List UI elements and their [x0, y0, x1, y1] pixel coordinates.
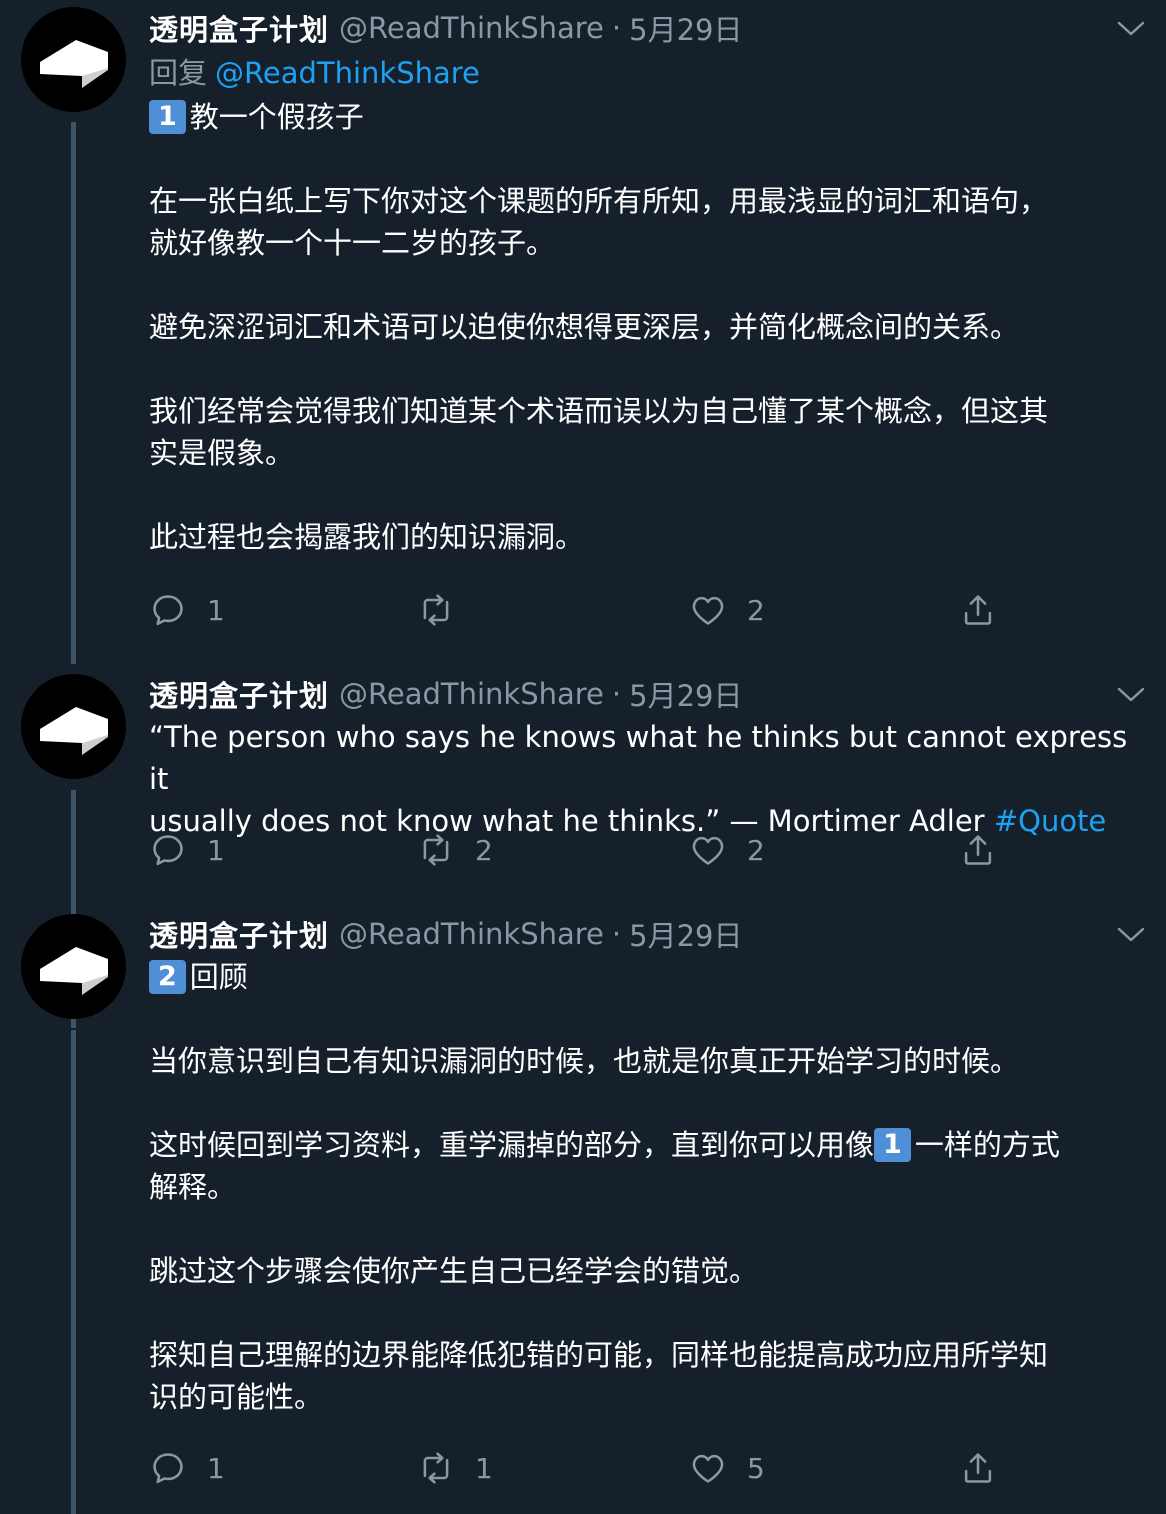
separator: · — [611, 677, 622, 711]
tweet-paragraph: 探知自己理解的边界能降低犯错的可能，同样也能提高成功应用所学知 识的可能性。 — [149, 1338, 1049, 1414]
like-button[interactable]: 5 — [689, 1446, 765, 1490]
share-button[interactable] — [959, 1446, 1017, 1490]
avatar[interactable] — [21, 7, 126, 112]
reply-context: 回复 @ReadThinkShare — [149, 50, 1154, 96]
tweet-actions: 1 2 — [149, 588, 1009, 632]
reply-count: 1 — [207, 593, 225, 627]
chevron-down-icon[interactable] — [1116, 20, 1146, 38]
tweet-header: 透明盒子计划 @ReadThinkShare · 5月29日 — [149, 6, 1154, 50]
like-button[interactable]: 2 — [689, 588, 765, 632]
tweet-paragraph: 在一张白纸上写下你对这个课题的所有所知，用最浅显的词汇和语句， 就好像教一个十一… — [149, 184, 1049, 260]
tweet-paragraph: 避免深涩词汇和术语可以迫使你想得更深层，并简化概念间的关系。 — [149, 310, 1020, 344]
keycap-2-emoji: 2 — [149, 960, 186, 994]
share-button[interactable] — [959, 828, 1017, 872]
reply-count: 1 — [207, 1451, 225, 1485]
comment-icon — [149, 831, 187, 869]
retweet-button[interactable] — [417, 588, 475, 632]
tweet-date[interactable]: 5月29日 — [629, 7, 742, 49]
tweet-paragraph: 此过程也会揭露我们的知识漏洞。 — [149, 520, 585, 554]
comment-icon — [149, 591, 187, 629]
logo-icon — [32, 18, 116, 102]
logo-icon — [32, 925, 116, 1009]
like-count: 2 — [747, 833, 765, 867]
heading-text: 回顾 — [189, 960, 248, 994]
tweet-paragraph: 当你意识到自己有知识漏洞的时候，也就是你真正开始学习的时候。 — [149, 1044, 1020, 1078]
separator: · — [611, 917, 622, 951]
comment-icon — [149, 1449, 187, 1487]
retweet-icon — [417, 831, 455, 869]
heart-icon — [689, 1449, 727, 1487]
reply-button[interactable]: 1 — [149, 828, 225, 872]
tweet-heading: 1 教一个假孩子 — [149, 96, 1154, 138]
tweet-date[interactable]: 5月29日 — [629, 913, 742, 955]
heart-icon — [689, 591, 727, 629]
share-button[interactable] — [959, 588, 1017, 632]
like-count: 5 — [747, 1451, 765, 1485]
retweet-button[interactable]: 2 — [417, 828, 493, 872]
retweet-count: 1 — [475, 1451, 493, 1485]
author-handle[interactable]: @ReadThinkShare — [339, 11, 604, 45]
tweet-paragraph: 这时候回到学习资料，重学漏掉的部分，直到你可以用像 1 一样的方式 解释。 — [149, 1124, 1154, 1208]
separator: · — [611, 11, 622, 45]
reply-button[interactable]: 1 — [149, 588, 225, 632]
tweet-header: 透明盒子计划 @ReadThinkShare · 5月29日 — [149, 912, 1154, 956]
like-count: 2 — [747, 593, 765, 627]
keycap-1-emoji: 1 — [149, 100, 186, 134]
author-handle[interactable]: @ReadThinkShare — [339, 917, 604, 951]
heart-icon — [689, 831, 727, 869]
retweet-icon — [417, 591, 455, 629]
reply-label: 回复 — [149, 56, 208, 90]
reply-count: 1 — [207, 833, 225, 867]
reply-button[interactable]: 1 — [149, 1446, 225, 1490]
retweet-button[interactable]: 1 — [417, 1446, 493, 1490]
retweet-icon — [417, 1449, 455, 1487]
share-icon — [959, 1449, 997, 1487]
avatar[interactable] — [21, 674, 126, 779]
chevron-down-icon[interactable] — [1116, 926, 1146, 944]
tweet-heading: 2 回顾 — [149, 956, 1154, 998]
tweet-text: “The person who says he knows what he th… — [149, 716, 1154, 842]
retweet-count: 2 — [475, 833, 493, 867]
tweet-date[interactable]: 5月29日 — [629, 673, 742, 715]
logo-icon — [32, 685, 116, 769]
share-icon — [959, 591, 997, 629]
paragraph-text: 这时候回到学习资料，重学漏掉的部分，直到你可以用像 — [149, 1128, 875, 1162]
chevron-down-icon[interactable] — [1116, 686, 1146, 704]
tweet-paragraph: 跳过这个步骤会使你产生自己已经学会的错觉。 — [149, 1254, 759, 1288]
quote-text: “The person who says he knows what he th… — [149, 720, 1128, 838]
reply-mention-link[interactable]: @ReadThinkShare — [215, 56, 480, 90]
keycap-1-emoji: 1 — [874, 1128, 911, 1162]
share-icon — [959, 831, 997, 869]
thread-line — [71, 1030, 76, 1514]
tweet-paragraph: 我们经常会觉得我们知道某个术语而误以为自己懂了某个概念，但这其 实是假象。 — [149, 394, 1049, 470]
author-name[interactable]: 透明盒子计划 — [149, 7, 329, 49]
thread-line — [71, 122, 76, 664]
heading-text: 教一个假孩子 — [189, 100, 364, 134]
avatar[interactable] — [21, 914, 126, 1019]
tweet-actions: 1 2 2 — [149, 828, 1009, 872]
like-button[interactable]: 2 — [689, 828, 765, 872]
author-handle[interactable]: @ReadThinkShare — [339, 677, 604, 711]
author-name[interactable]: 透明盒子计划 — [149, 913, 329, 955]
tweet-header: 透明盒子计划 @ReadThinkShare · 5月29日 — [149, 672, 1154, 716]
tweet-actions: 1 1 5 — [149, 1446, 1009, 1490]
author-name[interactable]: 透明盒子计划 — [149, 673, 329, 715]
